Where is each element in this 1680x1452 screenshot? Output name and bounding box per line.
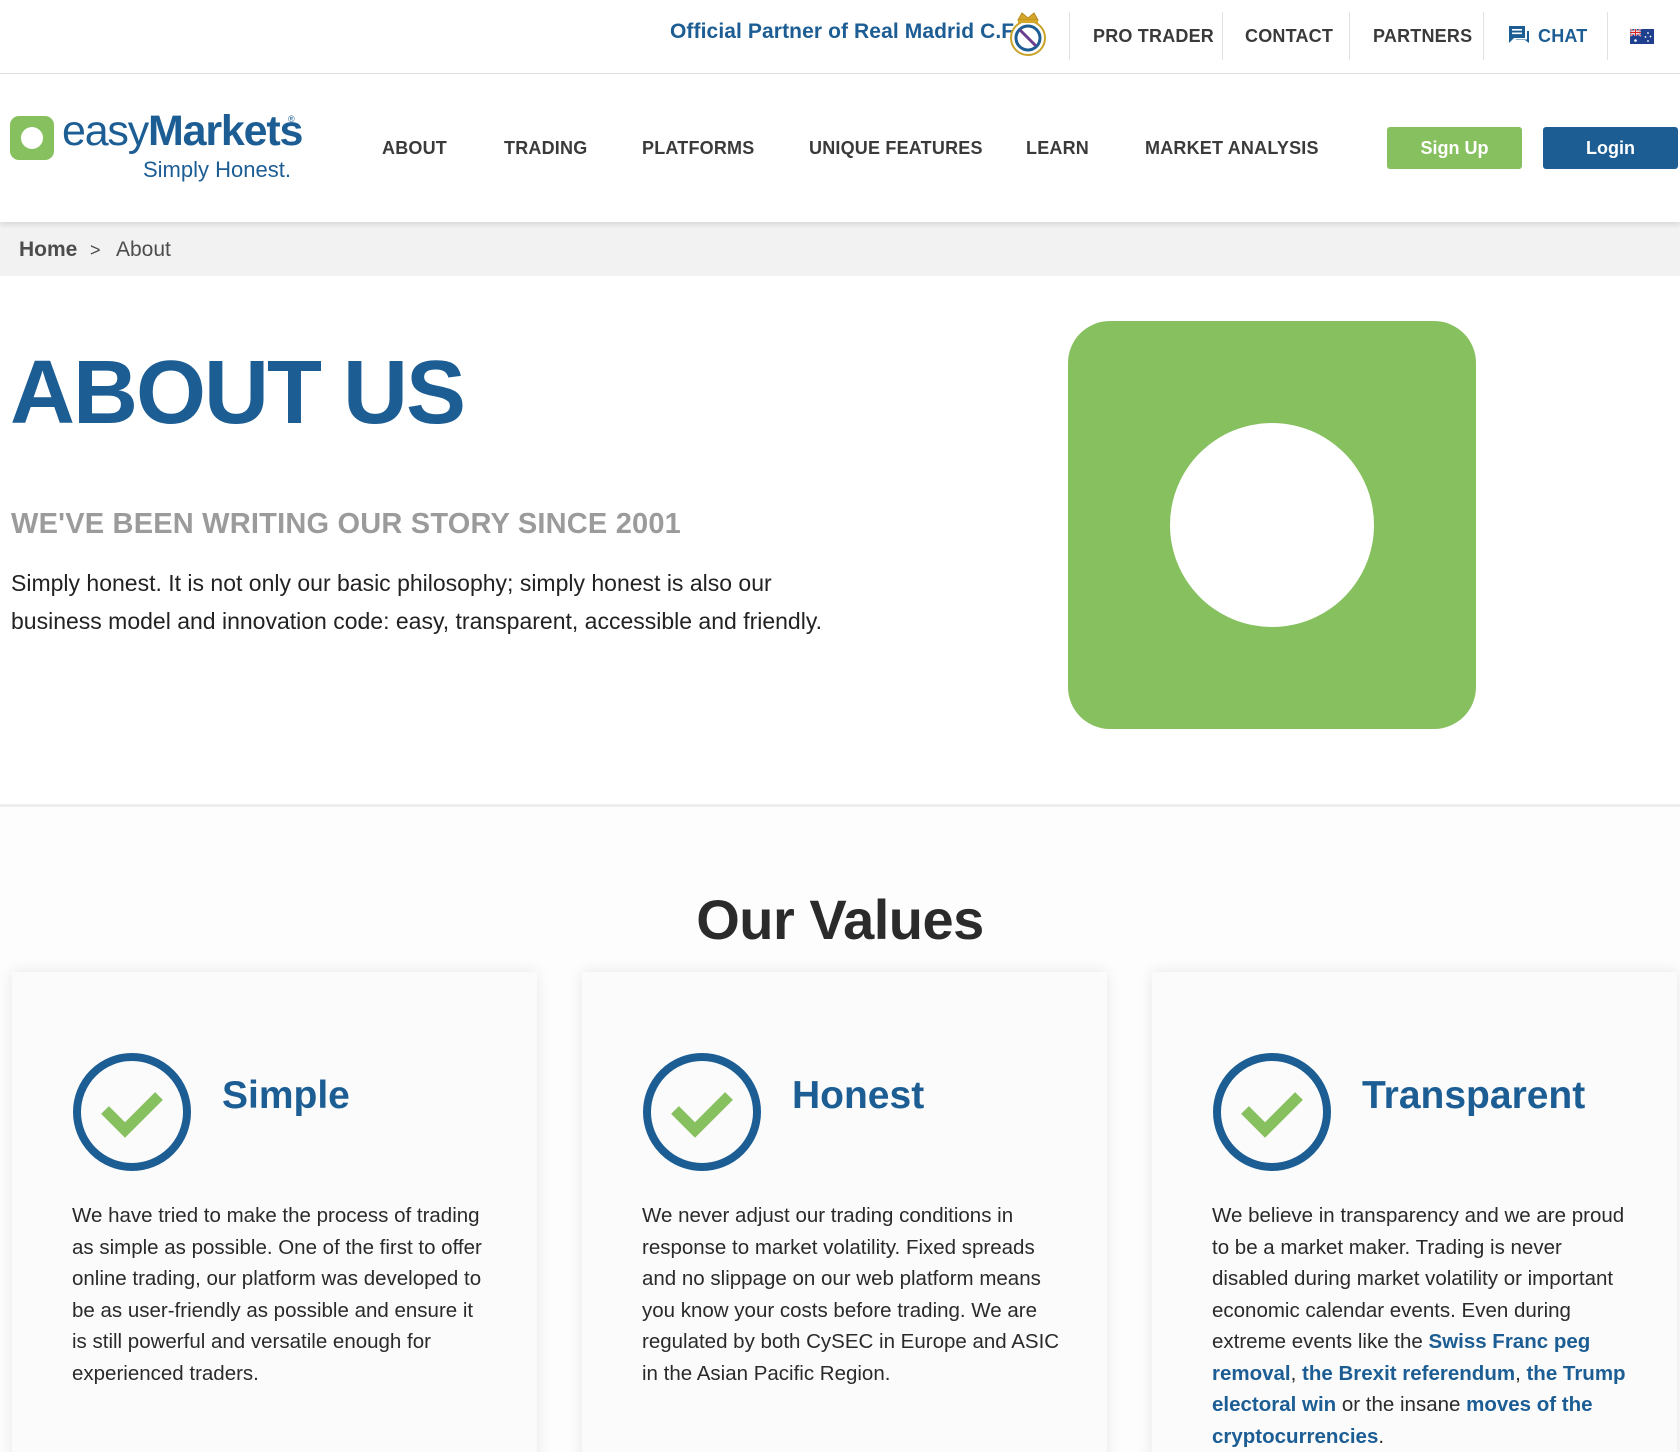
sign-up-button[interactable]: Sign Up — [1387, 127, 1522, 169]
value-title: Transparent — [1362, 1074, 1586, 1117]
divider — [1069, 12, 1070, 60]
value-card-transparent: Transparent We believe in transparency a… — [1152, 972, 1677, 1452]
easymarkets-logo-icon[interactable] — [10, 116, 54, 160]
check-circle-icon — [643, 1053, 761, 1171]
intro-paragraph: Simply honest. It is not only our basic … — [11, 570, 823, 634]
logo-word-light: easy — [62, 107, 149, 155]
value-description: We never adjust our trading conditions i… — [642, 1204, 1060, 1385]
partner-link[interactable]: Official Partner of Real Madrid C.F. — [670, 20, 1018, 44]
breadcrumb-current: About — [116, 238, 171, 261]
logo-tagline: Simply Honest. — [143, 157, 291, 182]
value-title: Honest — [792, 1074, 925, 1117]
nav-unique-features[interactable]: UNIQUE FEATURES — [809, 138, 983, 159]
link-separator: , — [1290, 1361, 1303, 1385]
partners-link[interactable]: PARTNERS — [1373, 26, 1472, 47]
logo-wordmark[interactable]: easyMarkets — [62, 107, 303, 155]
divider — [1349, 12, 1350, 60]
nav-platforms[interactable]: PLATFORMS — [642, 138, 754, 159]
divider — [1607, 12, 1608, 60]
pro-trader-link[interactable]: PRO TRADER — [1093, 26, 1214, 47]
breadcrumb-home-link[interactable]: Home — [19, 238, 77, 262]
logo-word-bold: Markets — [148, 107, 303, 155]
page-subtitle: WE'VE BEEN WRITING OUR STORY SINCE 2001 — [11, 508, 682, 540]
nav-market-analysis[interactable]: MARKET ANALYSIS — [1145, 138, 1319, 159]
values-heading: Our Values — [696, 888, 984, 951]
chat-bubble-icon[interactable] — [1508, 25, 1530, 45]
link-separator: , — [1515, 1361, 1527, 1385]
nav-about[interactable]: ABOUT — [382, 138, 447, 159]
divider — [1222, 12, 1223, 60]
australia-flag-icon[interactable] — [1630, 29, 1654, 44]
page-title: ABOUT US — [10, 343, 466, 443]
utility-bar: Official Partner of Real Madrid C.F. PRO… — [0, 0, 1680, 74]
nav-learn[interactable]: LEARN — [1026, 138, 1089, 159]
brexit-link[interactable]: the Brexit referendum — [1302, 1362, 1515, 1385]
value-description: We believe in transparency and we are pr… — [1212, 1200, 1632, 1452]
value-text: or the insane — [1336, 1393, 1467, 1416]
logo-registered-mark: ® — [288, 114, 295, 124]
real-madrid-crest-icon[interactable] — [1008, 8, 1048, 58]
value-card-honest: Honest We never adjust our trading condi… — [582, 972, 1107, 1452]
value-title: Simple — [222, 1074, 350, 1117]
easymarkets-logo-icon — [1068, 321, 1476, 729]
login-button[interactable]: Login — [1543, 127, 1678, 169]
check-circle-icon — [1213, 1053, 1331, 1171]
breadcrumb: Home > About — [0, 222, 1680, 276]
value-text: . — [1378, 1424, 1385, 1448]
value-card-simple: Simple We have tried to make the process… — [12, 972, 537, 1452]
nav-trading[interactable]: TRADING — [504, 138, 587, 159]
check-circle-icon — [73, 1053, 191, 1171]
main-navigation: easyMarkets ® Simply Honest. ABOUT TRADI… — [0, 74, 1680, 222]
chat-link[interactable]: CHAT — [1538, 26, 1587, 47]
divider — [1483, 12, 1484, 60]
breadcrumb-separator: > — [90, 240, 101, 260]
contact-link[interactable]: CONTACT — [1245, 26, 1333, 47]
value-description: We have tried to make the process of tra… — [72, 1204, 482, 1385]
